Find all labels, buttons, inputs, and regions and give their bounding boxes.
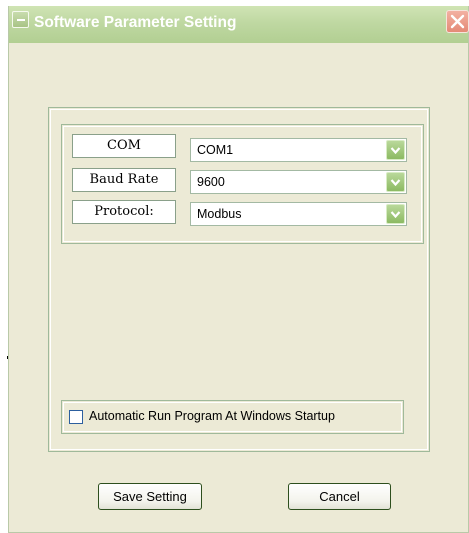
chevron-down-icon bbox=[390, 211, 401, 219]
system-menu-icon[interactable] bbox=[12, 11, 29, 28]
chevron-down-icon bbox=[390, 147, 401, 155]
protocol-value: Modbus bbox=[197, 207, 242, 221]
com-label: COM bbox=[72, 134, 176, 158]
startup-checkbox-label[interactable]: Automatic Run Program At Windows Startup bbox=[89, 409, 335, 423]
cancel-button[interactable]: Cancel bbox=[288, 483, 391, 510]
com-value: COM1 bbox=[197, 143, 234, 157]
baud-rate-value: 9600 bbox=[197, 175, 225, 189]
close-button[interactable] bbox=[446, 10, 469, 33]
com-select[interactable]: COM1 bbox=[190, 138, 407, 162]
baud-rate-select[interactable]: 9600 bbox=[190, 170, 407, 194]
save-setting-button[interactable]: Save Setting bbox=[98, 483, 202, 510]
window-title: Software Parameter Setting bbox=[34, 14, 237, 31]
com-dropdown-button[interactable] bbox=[386, 140, 405, 160]
protocol-label: Protocol: bbox=[72, 200, 176, 224]
baud-rate-dropdown-button[interactable] bbox=[386, 172, 405, 192]
chevron-down-icon bbox=[390, 179, 401, 187]
title-bar[interactable]: Software Parameter Setting bbox=[9, 6, 469, 43]
protocol-select[interactable]: Modbus bbox=[190, 202, 407, 226]
close-icon bbox=[450, 14, 465, 29]
protocol-dropdown-button[interactable] bbox=[386, 204, 405, 224]
baud-rate-label: Baud Rate bbox=[72, 168, 176, 192]
startup-checkbox[interactable] bbox=[69, 410, 83, 424]
